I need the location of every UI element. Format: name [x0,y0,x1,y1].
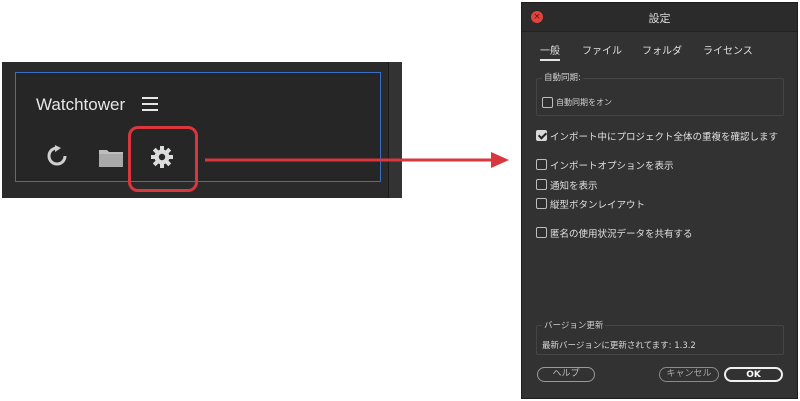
gear-highlight-box [128,126,198,192]
option-share-usage[interactable]: 匿名の使用状況データを共有する [536,222,693,240]
version-status: 最新バージョンに更新されてます: 1.3.2 [542,341,696,351]
option-duplicate-check[interactable]: インポート中にプロジェクト全体の重複を確認します [536,125,778,143]
refresh-icon[interactable] [46,145,68,171]
tab-files[interactable]: ファイル [582,42,622,57]
option-label: インポート中にプロジェクト全体の重複を確認します [550,131,779,143]
panel-title: Watchtower [36,95,126,114]
option-import-options[interactable]: インポートオプションを表示 [536,154,674,172]
duplicate-check-checkbox[interactable] [536,130,547,141]
option-label: 匿名の使用状況データを共有する [550,228,693,240]
notifications-checkbox[interactable] [536,179,547,190]
panel-side-strip [388,62,402,198]
auto-sync-label: 自動同期をオン [556,98,612,107]
folder-icon[interactable] [98,148,124,172]
cancel-button[interactable]: キャンセル [659,367,719,382]
auto-sync-group-label: 自動同期: [542,71,583,83]
watchtower-panel: Watchtower [2,62,402,198]
ok-button[interactable]: OK [724,367,783,382]
tab-folders[interactable]: フォルダ [642,42,682,57]
settings-dialog: × 設定 一般 ファイル フォルダ ライセンス 自動同期: 自動同期をオン イン… [521,2,798,399]
version-group-label: バージョン更新 [542,319,606,331]
share-usage-checkbox[interactable] [536,227,547,238]
option-label: インポートオプションを表示 [550,160,674,172]
vertical-layout-checkbox[interactable] [536,198,547,209]
import-options-checkbox[interactable] [536,159,547,170]
pointer-arrow [205,152,509,168]
option-show-notifications[interactable]: 通知を表示 [536,174,598,192]
help-button[interactable]: ヘルプ [537,367,595,382]
dialog-title: 設定 [648,12,671,25]
auto-sync-checkbox-row[interactable]: 自動同期をオン [542,92,612,108]
hamburger-menu-icon[interactable] [142,97,158,111]
option-label: 縦型ボタンレイアウト [550,199,646,211]
tab-license[interactable]: ライセンス [703,42,753,57]
option-label: 通知を表示 [550,180,598,192]
auto-sync-checkbox[interactable] [542,97,553,108]
dialog-titlebar: × 設定 [522,3,797,32]
tab-general[interactable]: 一般 [540,42,560,61]
option-vertical-layout[interactable]: 縦型ボタンレイアウト [536,193,645,211]
